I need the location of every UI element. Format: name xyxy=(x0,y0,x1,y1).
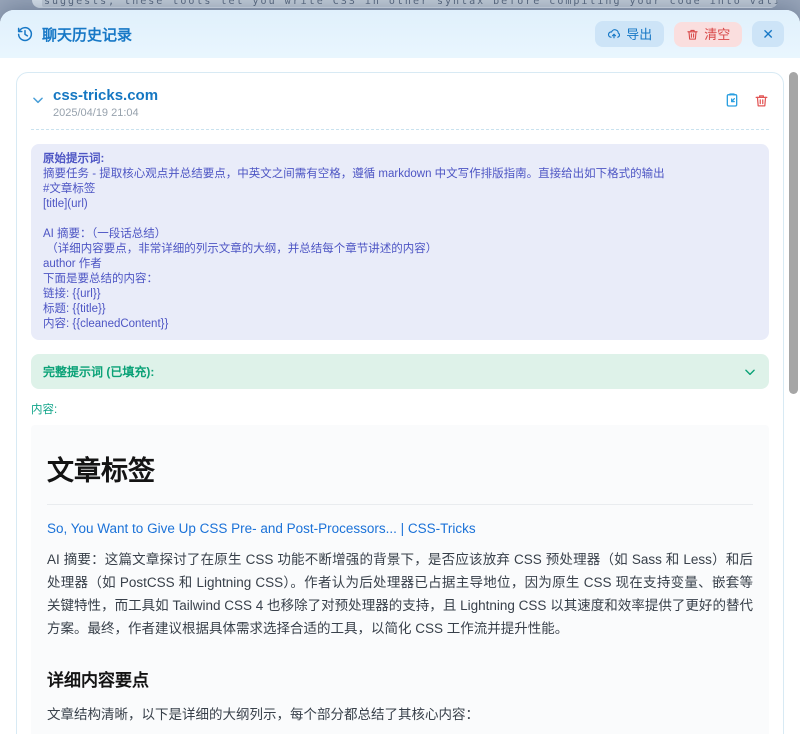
content-label: 内容: xyxy=(31,401,769,417)
modal-header: 聊天历史记录 导出 清空 xyxy=(0,10,800,58)
chevron-down-icon[interactable] xyxy=(31,93,45,107)
article-section-intro: 文章结构清晰，以下是详细的大纲列示，每个部分都总结了其核心内容： xyxy=(47,703,753,726)
prompt-line: 内容: {{cleanedContent}} xyxy=(43,317,757,332)
prompt-line: 链接: {{url}} xyxy=(43,287,757,302)
modal-header-left: 聊天历史记录 xyxy=(16,24,132,45)
prompt-line: 下面是要总结的内容： xyxy=(43,272,757,287)
prompt-line: 摘要任务 - 提取核心观点并总结要点，中英文之间需有空格，遵循 markdown… xyxy=(43,167,757,182)
entry-title-group: css-tricks.com 2025/04/19 21:04 xyxy=(53,87,716,119)
entry-title[interactable]: css-tricks.com xyxy=(53,87,716,104)
prompt-line: 标题: {{title}} xyxy=(43,302,757,317)
clear-button-label: 清空 xyxy=(704,28,730,41)
close-icon: ✕ xyxy=(762,27,774,41)
article-section-heading: 详细内容要点 xyxy=(47,666,753,691)
article-content: 文章标签 So, You Want to Give Up CSS Pre- an… xyxy=(31,425,769,734)
entry-actions xyxy=(724,92,769,108)
article-source-link[interactable]: So, You Want to Give Up CSS Pre- and Pos… xyxy=(47,521,753,536)
background-code-text: suggests, these tools let you write CSS … xyxy=(42,0,778,7)
cloud-upload-icon xyxy=(607,27,621,41)
modal-header-actions: 导出 清空 ✕ xyxy=(595,21,784,47)
copy-export-icon[interactable] xyxy=(724,92,740,108)
chevron-down-icon xyxy=(743,365,757,379)
clear-button[interactable]: 清空 xyxy=(674,22,742,47)
full-prompt-toggle[interactable]: 完整提示词 (已填充): xyxy=(31,354,769,389)
history-entry-card: css-tricks.com 2025/04/19 21:04 xyxy=(16,72,784,734)
prompt-line: AI 摘要：（一段话总结） xyxy=(43,227,757,242)
vertical-scrollbar-thumb[interactable] xyxy=(789,72,798,394)
divider xyxy=(31,129,769,130)
chat-history-modal: 聊天历史记录 导出 清空 xyxy=(0,10,800,734)
modal-title: 聊天历史记录 xyxy=(42,24,132,45)
article-summary: AI 摘要：这篇文章探讨了在原生 CSS 功能不断增强的背景下，是否应该放弃 C… xyxy=(47,548,753,640)
entry-header: css-tricks.com 2025/04/19 21:04 xyxy=(31,87,769,119)
article-heading: 文章标签 xyxy=(47,449,753,505)
full-prompt-label: 完整提示词 (已填充): xyxy=(43,363,154,380)
delete-entry-icon[interactable] xyxy=(754,93,769,108)
close-button[interactable]: ✕ xyxy=(752,21,784,47)
prompt-line: [title](url) xyxy=(43,197,757,212)
trash-icon xyxy=(686,28,699,41)
background-code-block: suggests, these tools let you write CSS … xyxy=(32,0,778,8)
prompt-line: （详细内容要点，非常详细的列示文章的大纲，并总结每个章节讲述的内容） xyxy=(43,242,757,257)
export-button-label: 导出 xyxy=(626,28,652,41)
export-button[interactable]: 导出 xyxy=(595,21,664,47)
original-prompt-label: 原始提示词: xyxy=(43,152,757,167)
prompt-line xyxy=(43,212,757,227)
modal-body: css-tricks.com 2025/04/19 21:04 xyxy=(0,58,800,734)
prompt-line: #文章标签 xyxy=(43,182,757,197)
history-clock-icon xyxy=(16,25,34,43)
original-prompt-box: 原始提示词: 摘要任务 - 提取核心观点并总结要点，中英文之间需有空格，遵循 m… xyxy=(31,144,769,340)
entry-timestamp: 2025/04/19 21:04 xyxy=(53,107,716,119)
prompt-line: author 作者 xyxy=(43,257,757,272)
